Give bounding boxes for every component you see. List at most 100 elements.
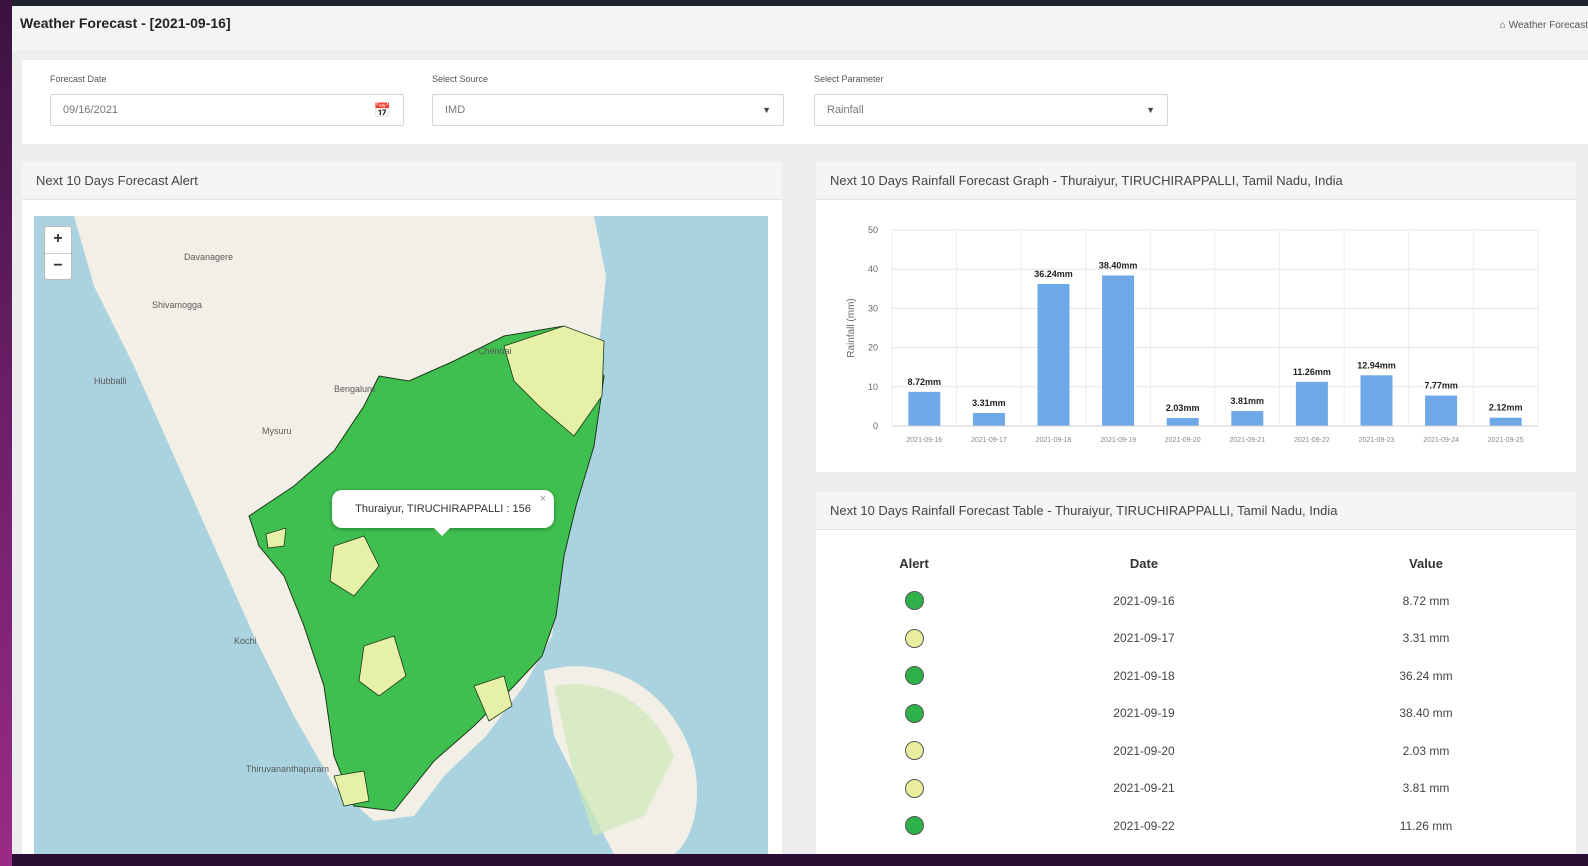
map-canvas[interactable] — [34, 216, 768, 854]
chart-bar — [1425, 395, 1458, 426]
value-cell: 3.81 mm — [1402, 781, 1450, 796]
bar-data-label: 3.81mm — [1231, 396, 1265, 406]
bar-data-label: 38.40mm — [1099, 260, 1138, 270]
column-header-alert: Alert — [899, 555, 929, 571]
zoom-out-button[interactable]: − — [45, 254, 71, 280]
y-tick-label: 50 — [868, 225, 878, 235]
x-tick-label: 2021-09-16 — [906, 437, 942, 444]
rainfall-graph-card: Next 10 Days Rainfall Forecast Graph - T… — [816, 162, 1576, 472]
value-cell: 2.03 mm — [1402, 743, 1450, 758]
alert-indicator-icon — [904, 741, 924, 761]
parameter-group: Select Parameter Rainfall ▼ — [814, 74, 1168, 126]
date-cell: 2021-09-16 — [1113, 593, 1175, 608]
breadcrumb[interactable]: ⌂ Weather Forecast — [1500, 20, 1588, 31]
forecast-date-input[interactable]: 09/16/2021 📅 — [50, 94, 404, 126]
x-tick-label: 2021-09-19 — [1100, 437, 1136, 444]
y-tick-label: 40 — [868, 264, 878, 274]
bar-data-label: 2.12mm — [1489, 403, 1523, 413]
date-cell: 2021-09-18 — [1113, 668, 1175, 683]
alert-cell — [816, 591, 1012, 611]
table-body: 2021-09-16 8.72 mm 2021-09-17 3.31 mm 2021-0… — [816, 582, 1576, 845]
source-label: Select Source — [432, 74, 489, 84]
date-cell: 2021-09-19 — [1113, 706, 1175, 721]
table-header-row: Alert Date Value — [816, 544, 1576, 582]
table-row: 2021-09-22 11.26 mm — [816, 807, 1576, 845]
parameter-label: Select Parameter — [814, 74, 884, 84]
forecast-alert-map[interactable]: + − Davanagere Shivamogga Bengaluru Mysu… — [34, 216, 768, 854]
parameter-select[interactable]: Rainfall ▼ — [814, 94, 1168, 126]
rainfall-table-card-title: Next 10 Days Rainfall Forecast Table - T… — [816, 492, 1576, 530]
alert-cell — [816, 816, 1012, 836]
map-place-label: Hubballi — [94, 376, 127, 386]
map-zoom-control: + − — [44, 226, 72, 280]
x-tick-label: 2021-09-20 — [1165, 437, 1201, 444]
source-value: IMD — [445, 104, 466, 116]
chart-bar — [972, 413, 1005, 426]
y-axis-label: Rainfall (mm) — [846, 298, 857, 357]
date-cell: 2021-09-17 — [1113, 631, 1175, 646]
breadcrumb-label: Weather Forecast — [1508, 20, 1588, 31]
table-row: 2021-09-20 2.03 mm — [816, 732, 1576, 770]
zoom-in-button[interactable]: + — [45, 227, 71, 254]
filter-panel: Forecast Date 09/16/2021 📅 Select Source… — [22, 60, 1588, 144]
alert-cell — [816, 741, 1012, 761]
calendar-icon[interactable]: 📅 — [374, 102, 391, 119]
rainfall-table-card: Next 10 Days Rainfall Forecast Table - T… — [816, 492, 1576, 854]
map-popup-text: Thuraiyur, TIRUCHIRAPPALLI : 156 — [355, 503, 531, 515]
rainfall-chart-svg: 0 10 20 30 40 50 Rainfall (mm) 8.72mm 2021-09-16… — [846, 225, 1539, 444]
chart-bar — [1102, 275, 1135, 426]
table-row: 2021-09-18 36.24 mm — [816, 657, 1576, 695]
page: Weather Forecast - [2021-09-16] ⌂ Weathe… — [12, 6, 1588, 854]
bar-data-label: 7.77mm — [1424, 381, 1458, 391]
date-cell: 2021-09-20 — [1113, 743, 1175, 758]
table-row: 2021-09-17 3.31 mm — [816, 620, 1576, 658]
forecast-date-label: Forecast Date — [50, 74, 107, 84]
rainfall-chart: 0 10 20 30 40 50 Rainfall (mm) 8.72mm 2021-09-16… — [816, 200, 1576, 470]
chart-bar — [1489, 417, 1522, 426]
popup-close-button[interactable]: × — [540, 493, 546, 505]
map-place-label: Mysuru — [262, 426, 292, 436]
chart-bar — [1295, 381, 1328, 426]
value-cell: 38.40 mm — [1399, 706, 1453, 721]
bar-data-label: 12.94mm — [1357, 360, 1396, 370]
map-place-label: Davanagere — [184, 252, 234, 262]
date-cell: 2021-09-21 — [1113, 781, 1175, 796]
alert-indicator-icon — [904, 816, 924, 836]
bar-data-label: 2.03mm — [1166, 403, 1200, 413]
rainfall-graph-card-title: Next 10 Days Rainfall Forecast Graph - T… — [816, 162, 1576, 200]
map-place-label: Chennai — [478, 346, 512, 356]
bar-data-label: 11.26mm — [1293, 367, 1331, 377]
value-cell: 8.72 mm — [1402, 593, 1450, 608]
alert-zone-tip[interactable] — [333, 770, 370, 807]
bar-data-label: 3.31mm — [972, 398, 1006, 408]
table-row: 2021-09-16 8.72 mm — [816, 582, 1576, 620]
chevron-down-icon: ▼ — [1146, 105, 1155, 115]
page-title: Weather Forecast - [2021-09-16] — [20, 15, 231, 31]
alert-cell — [816, 703, 1012, 723]
y-tick-label: 0 — [873, 421, 878, 431]
chart-bar — [1360, 375, 1393, 426]
value-cell: 3.31 mm — [1402, 631, 1450, 646]
home-icon: ⌂ — [1499, 20, 1506, 31]
chevron-down-icon: ▼ — [762, 105, 771, 115]
x-tick-label: 2021-09-21 — [1229, 437, 1265, 444]
column-header-value: Value — [1409, 555, 1443, 571]
map-place-label: Bengaluru — [334, 384, 376, 394]
alert-indicator-icon — [904, 628, 924, 648]
source-select[interactable]: IMD ▼ — [432, 94, 784, 126]
alert-cell — [816, 666, 1012, 686]
value-cell: 11.26 mm — [1399, 818, 1453, 833]
source-group: Select Source IMD ▼ — [432, 74, 784, 126]
column-header-date: Date — [1129, 555, 1159, 571]
map-place-label: Thiruvananthapuram — [246, 764, 330, 774]
date-cell: 2021-09-22 — [1113, 818, 1175, 833]
x-tick-label: 2021-09-17 — [971, 437, 1007, 444]
content-header: Weather Forecast - [2021-09-16] ⌂ Weathe… — [12, 6, 1588, 50]
x-tick-label: 2021-09-18 — [1036, 437, 1072, 444]
x-tick-label: 2021-09-25 — [1488, 437, 1524, 444]
bar-data-label: 8.72mm — [908, 377, 942, 387]
table-row: 2021-09-19 38.40 mm — [816, 695, 1576, 733]
forecast-alert-card: Next 10 Days Forecast Alert + − Davanage… — [22, 162, 782, 854]
forecast-date-group: Forecast Date 09/16/2021 📅 — [50, 74, 404, 126]
x-tick-label: 2021-09-24 — [1423, 437, 1459, 444]
